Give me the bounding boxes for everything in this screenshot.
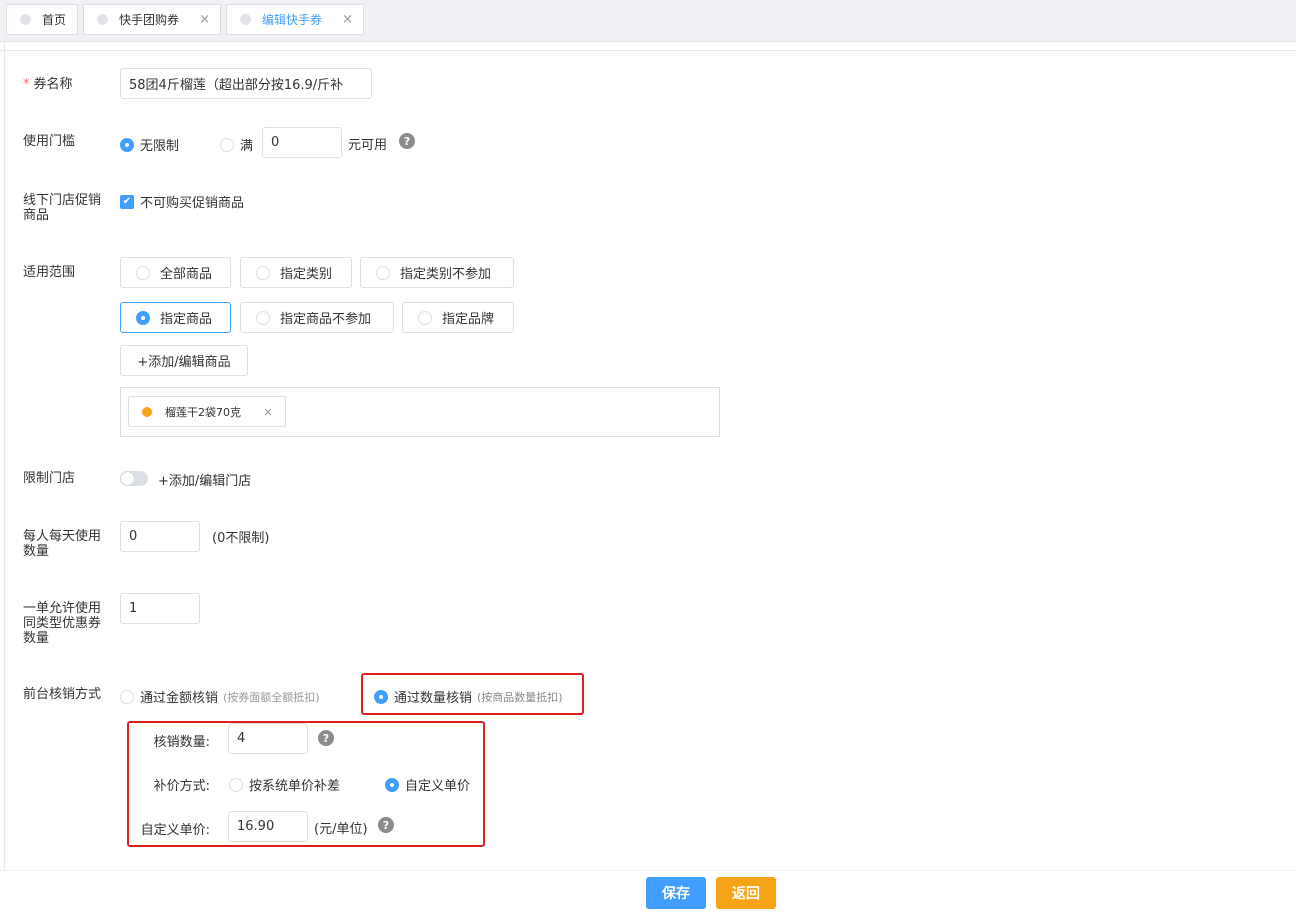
tab-dot-icon bbox=[240, 14, 251, 25]
redeem-by-quantity-radio[interactable]: 通过数量核销 (按商品数量抵扣) bbox=[374, 687, 563, 706]
radio-label: 通过数量核销 bbox=[394, 691, 473, 706]
tab-label: 编辑快手券 bbox=[262, 13, 323, 27]
offline-promo-label: 线下门店促销商品 bbox=[23, 193, 102, 223]
tab-dot-icon bbox=[97, 14, 108, 25]
coupon-name-label: * 券名称 bbox=[23, 77, 113, 92]
goods-tag: 榴莲干2袋70克 × bbox=[128, 396, 286, 427]
store-limit-toggle[interactable] bbox=[120, 471, 148, 486]
selected-goods-box: 榴莲干2袋70克 × bbox=[120, 387, 720, 437]
radio-label: 无限制 bbox=[140, 139, 180, 154]
threshold-full-radio[interactable]: 满 bbox=[220, 135, 253, 154]
redeem-qty-input[interactable]: 4 bbox=[228, 723, 308, 754]
scope-option-brand[interactable]: 指定品牌 bbox=[402, 302, 514, 333]
threshold-unlimited-radio[interactable]: 无限制 bbox=[120, 135, 179, 154]
scope-option-label: 全部商品 bbox=[160, 267, 213, 282]
radio-checked-icon bbox=[120, 137, 134, 152]
tab-home[interactable]: 首页 bbox=[6, 4, 78, 35]
daily-limit-hint: (0不限制) bbox=[212, 531, 270, 546]
radio-unchecked-icon bbox=[418, 310, 432, 325]
close-icon[interactable]: × bbox=[199, 12, 210, 27]
scope-option-goods[interactable]: 指定商品 bbox=[120, 302, 231, 333]
store-limit-label: 限制门店 bbox=[23, 471, 76, 486]
threshold-label: 使用门槛 bbox=[23, 134, 76, 149]
threshold-amount-input[interactable]: 0 bbox=[262, 127, 342, 158]
goods-name: 榴莲干2袋70克 bbox=[165, 405, 241, 419]
offline-promo-checkbox[interactable]: ✔ 不可购买促销商品 bbox=[120, 192, 244, 211]
save-button[interactable]: 保存 bbox=[646, 877, 706, 909]
add-edit-store-link[interactable]: +添加/编辑门店 bbox=[158, 470, 251, 489]
tab-label: 快手团购券 bbox=[119, 13, 180, 27]
radio-unchecked-icon bbox=[229, 777, 243, 792]
radio-unchecked-icon bbox=[136, 265, 150, 280]
radio-hint: (按券面额全额抵扣) bbox=[223, 690, 320, 704]
custom-unit-price-input[interactable]: 16.90 bbox=[228, 811, 308, 842]
radio-checked-icon bbox=[385, 777, 399, 792]
help-icon[interactable]: ? bbox=[378, 817, 394, 833]
scope-option-category[interactable]: 指定类别 bbox=[240, 257, 352, 288]
daily-limit-label: 每人每天使用数量 bbox=[23, 529, 102, 559]
add-edit-goods-button[interactable]: +添加/编辑商品 bbox=[120, 345, 248, 376]
divider bbox=[4, 42, 5, 870]
radio-hint: (按商品数量抵扣) bbox=[477, 690, 563, 704]
help-icon[interactable]: ? bbox=[399, 133, 415, 149]
scope-option-category-excluded[interactable]: 指定类别不参加 bbox=[360, 257, 514, 288]
redeem-by-amount-radio[interactable]: 通过金额核销 (按券面额全额抵扣) bbox=[120, 687, 320, 706]
radio-unchecked-icon bbox=[376, 265, 390, 280]
remove-goods-icon[interactable]: × bbox=[263, 405, 273, 419]
scope-option-label: 指定商品不参加 bbox=[280, 312, 372, 327]
redeem-qty-label: 核销数量: bbox=[153, 735, 210, 750]
radio-label: 通过金额核销 bbox=[140, 691, 219, 706]
scope-option-label: 指定类别 bbox=[280, 267, 333, 282]
radio-checked-icon bbox=[136, 310, 150, 325]
tab-label: 首页 bbox=[42, 13, 67, 27]
tab-dot-icon bbox=[20, 14, 31, 25]
supplement-method-label: 补价方式: bbox=[153, 779, 210, 794]
check-icon: ✔ bbox=[120, 194, 134, 209]
coupon-name-label-text: 券名称 bbox=[33, 77, 73, 92]
scope-option-label: 指定类别不参加 bbox=[400, 267, 492, 282]
radio-unchecked-icon bbox=[256, 310, 270, 325]
same-type-limit-label: 一单允许使用同类型优惠券数量 bbox=[23, 601, 102, 646]
custom-unit-price-label: 自定义单价: bbox=[140, 823, 210, 838]
footer-bar: 保存 返回 bbox=[0, 870, 1296, 912]
radio-unchecked-icon bbox=[256, 265, 270, 280]
scope-label: 适用范围 bbox=[23, 265, 76, 280]
coupon-name-input[interactable]: 58团4斤榴莲（超出部分按16.9/斤补 bbox=[120, 68, 372, 99]
radio-unchecked-icon bbox=[120, 689, 134, 704]
question-icon: ? bbox=[378, 817, 394, 833]
help-icon[interactable]: ? bbox=[318, 730, 334, 746]
same-type-limit-input[interactable]: 1 bbox=[120, 593, 200, 624]
radio-unchecked-icon bbox=[220, 137, 234, 152]
question-icon: ? bbox=[318, 730, 334, 746]
scope-option-all-goods[interactable]: 全部商品 bbox=[120, 257, 231, 288]
redeem-method-label: 前台核销方式 bbox=[23, 687, 102, 702]
question-icon: ? bbox=[399, 133, 415, 149]
supplement-custom-price-radio[interactable]: 自定义单价 bbox=[385, 775, 470, 794]
required-mark: * bbox=[23, 77, 30, 92]
scope-option-label: 指定品牌 bbox=[442, 312, 495, 327]
close-icon[interactable]: × bbox=[342, 12, 353, 27]
tab-edit-kuaishou-coupon[interactable]: 编辑快手券 × bbox=[226, 4, 364, 35]
radio-label: 按系统单价补差 bbox=[249, 779, 341, 794]
divider bbox=[0, 50, 1296, 51]
back-button[interactable]: 返回 bbox=[716, 877, 776, 909]
unit-price-suffix: (元/单位) bbox=[314, 822, 368, 837]
goods-dot-icon bbox=[142, 406, 152, 417]
threshold-suffix: 元可用 bbox=[348, 138, 388, 153]
daily-limit-input[interactable]: 0 bbox=[120, 521, 200, 552]
scope-option-label: 指定商品 bbox=[160, 312, 213, 327]
supplement-system-price-radio[interactable]: 按系统单价补差 bbox=[229, 775, 340, 794]
tab-bar: 首页 快手团购券 × 编辑快手券 × bbox=[0, 0, 1296, 42]
scope-option-goods-excluded[interactable]: 指定商品不参加 bbox=[240, 302, 394, 333]
checkbox-label: 不可购买促销商品 bbox=[140, 196, 245, 211]
radio-label: 自定义单价 bbox=[405, 779, 471, 794]
radio-checked-icon bbox=[374, 689, 388, 704]
tab-kuaishou-group-coupon[interactable]: 快手团购券 × bbox=[83, 4, 221, 35]
radio-label: 满 bbox=[240, 139, 254, 154]
